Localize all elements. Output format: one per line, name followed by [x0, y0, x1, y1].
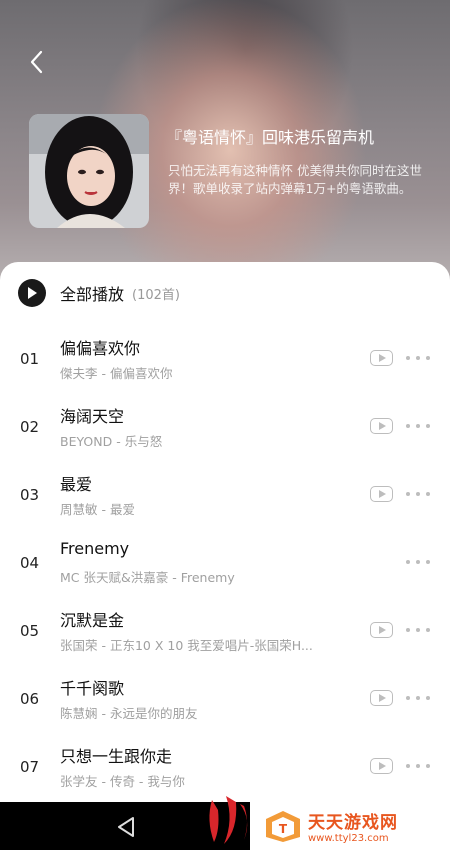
song-title: 沉默是金 [60, 611, 125, 630]
video-play-icon[interactable] [370, 622, 393, 638]
song-number: 04 [20, 554, 40, 572]
nav-back-button[interactable] [116, 816, 136, 838]
triangle-back-icon [118, 817, 134, 837]
song-row[interactable]: 06 千千阕歌 陈慧娴 - 永远是你的朋友 [0, 670, 450, 738]
watermark-logo-icon: T [266, 811, 300, 842]
watermark-red-logo [204, 790, 254, 848]
song-row[interactable]: 01 偏偏喜欢你 傑夫李 - 偏偏喜欢你 [0, 330, 450, 398]
song-artist-album: 张学友 - 传奇 - 我与你 [60, 774, 185, 789]
more-dots-icon[interactable] [406, 350, 430, 366]
chevron-left-icon [30, 50, 43, 74]
song-artist-album: MC 张天赋&洪嘉豪 - Frenemy [60, 570, 235, 585]
playlist-description[interactable]: 只怕无法再有这种情怀 优美得共你同时在这世界！歌单收录了站内弹幕1万+的粤语歌曲… [168, 162, 423, 198]
video-play-icon[interactable] [370, 758, 393, 774]
song-list-panel: 全部播放 (102首) 01 偏偏喜欢你 傑夫李 - 偏偏喜欢你 02 海阔天空… [0, 262, 450, 802]
video-play-icon[interactable] [370, 486, 393, 502]
video-play-icon[interactable] [370, 350, 393, 366]
watermark-banner: T 天天游戏网 www.ttyl23.com [250, 802, 450, 850]
song-row[interactable]: 02 海阔天空 BEYOND - 乐与怒 [0, 398, 450, 466]
song-artist-album: 陈慧娴 - 永远是你的朋友 [60, 706, 198, 721]
play-all-button[interactable]: 全部播放 (102首) [18, 278, 180, 308]
more-dots-icon[interactable] [406, 690, 430, 706]
song-artist-album: BEYOND - 乐与怒 [60, 434, 163, 449]
song-number: 07 [20, 758, 40, 776]
song-artist-album: 张国荣 - 正东10 X 10 我至爱唱片-张国荣H... [60, 638, 313, 653]
song-number: 01 [20, 350, 40, 368]
song-row[interactable]: 03 最爱 周慧敏 - 最爱 [0, 466, 450, 534]
more-dots-icon[interactable] [406, 418, 430, 434]
more-dots-icon[interactable] [406, 758, 430, 774]
song-title: 海阔天空 [60, 407, 125, 426]
more-dots-icon[interactable] [406, 554, 430, 570]
play-circle-icon [18, 279, 46, 307]
song-number: 02 [20, 418, 40, 436]
cover-image [29, 114, 149, 228]
song-title: 偏偏喜欢你 [60, 339, 141, 358]
playlist-header: 『粤语情怀』回味港乐留声机 只怕无法再有这种情怀 优美得共你同时在这世界！歌单收… [0, 0, 450, 290]
song-title: Frenemy [60, 539, 130, 558]
watermark-url: www.ttyl23.com [308, 833, 389, 844]
video-play-icon[interactable] [370, 418, 393, 434]
watermark-title: 天天游戏网 [308, 813, 398, 833]
song-number: 05 [20, 622, 40, 640]
song-title: 只想一生跟你走 [60, 747, 173, 766]
more-dots-icon[interactable] [406, 622, 430, 638]
song-row[interactable]: 04 Frenemy MC 张天赋&洪嘉豪 - Frenemy [0, 534, 450, 602]
playlist-title: 『粤语情怀』回味港乐留声机 [166, 128, 375, 147]
song-title: 最爱 [60, 475, 93, 494]
video-play-icon[interactable] [370, 690, 393, 706]
song-count: (102首) [132, 287, 180, 303]
more-dots-icon[interactable] [406, 486, 430, 502]
play-all-label: 全部播放 [60, 285, 125, 304]
playlist-cover[interactable] [29, 114, 149, 228]
song-number: 03 [20, 486, 40, 504]
song-title: 千千阕歌 [60, 679, 125, 698]
song-row[interactable]: 05 沉默是金 张国荣 - 正东10 X 10 我至爱唱片-张国荣H... [0, 602, 450, 670]
song-artist-album: 周慧敏 - 最爱 [60, 502, 135, 517]
back-button[interactable] [22, 46, 50, 78]
song-artist-album: 傑夫李 - 偏偏喜欢你 [60, 366, 173, 381]
song-number: 06 [20, 690, 40, 708]
svg-text:T: T [279, 822, 288, 836]
